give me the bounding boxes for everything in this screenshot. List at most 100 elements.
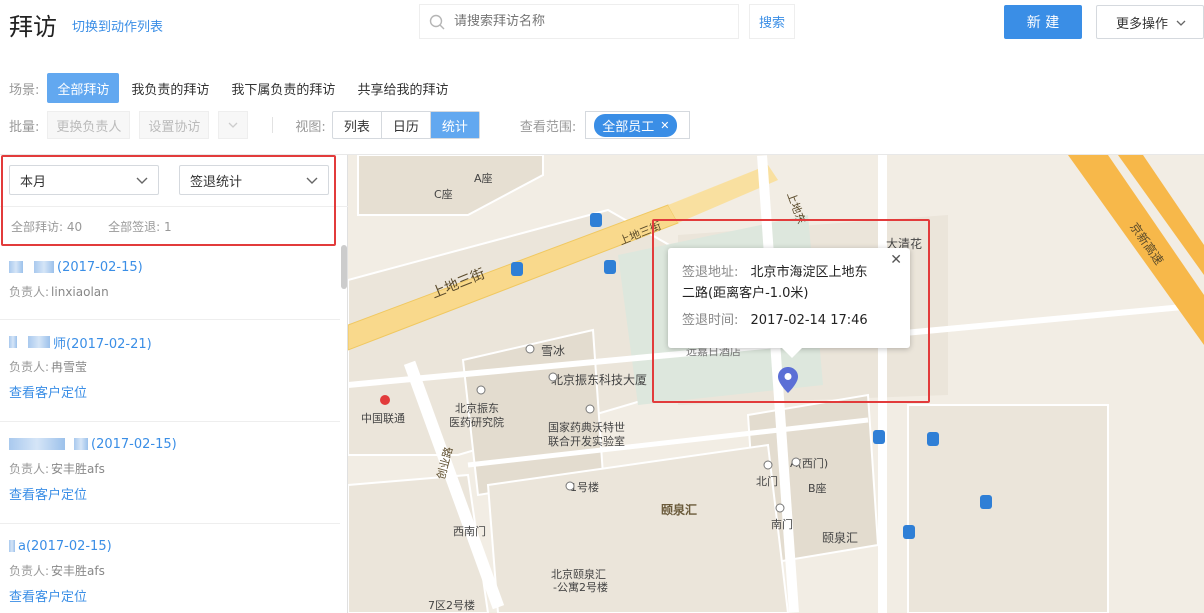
- checkout-time-label: 签退时间:: [682, 313, 739, 328]
- view-calendar[interactable]: 日历: [382, 112, 431, 138]
- redacted-text: [34, 261, 54, 273]
- search-input[interactable]: [454, 14, 724, 29]
- stat-type-select-value: 签退统计: [190, 174, 243, 190]
- search-box[interactable]: [419, 4, 739, 39]
- map-label: 南门: [771, 518, 793, 531]
- more-actions-button[interactable]: 更多操作: [1096, 5, 1204, 39]
- map-label: A(西门): [790, 457, 829, 470]
- close-icon[interactable]: ✕: [660, 119, 669, 132]
- period-select[interactable]: 本月: [9, 165, 159, 195]
- batch-more-dropdown[interactable]: [218, 111, 249, 139]
- map-label: 北京振东科技大厦: [551, 373, 648, 387]
- scrollbar[interactable]: [341, 245, 347, 289]
- redacted-text: [74, 438, 88, 450]
- map-label: 中国联通: [361, 412, 405, 425]
- owner-row: 负责人: 安丰胜afs: [9, 564, 105, 578]
- map-label: 医药研究院: [449, 416, 504, 429]
- view-label: 视图:: [295, 119, 326, 135]
- list-item[interactable]: 师(2017-02-21) 负责人: 冉雪莹 查看客户定位: [0, 319, 340, 421]
- scene-shared-visits[interactable]: 共享给我的拜访: [347, 73, 458, 103]
- batch-view-row: 批量: 更换负责人 设置协访 视图: 列表 日历 统计 查看范围: 全部员工 ✕: [0, 110, 691, 140]
- visit-title[interactable]: (2017-02-15): [9, 432, 331, 456]
- close-icon[interactable]: ✕: [890, 252, 902, 268]
- total-checkout: 全部签退: 1: [108, 220, 172, 234]
- divider: [0, 206, 348, 207]
- scene-all-visits[interactable]: 全部拜访: [47, 73, 120, 103]
- chevron-down-icon: [228, 122, 238, 128]
- checkout-address-line1: 北京市海淀区上地东: [750, 265, 868, 280]
- checkout-address-label: 签退地址:: [682, 265, 739, 280]
- scene-my-visits[interactable]: 我负责的拜访: [121, 73, 219, 103]
- map-background: [348, 155, 1204, 613]
- map-label: 西南门: [453, 525, 486, 538]
- switch-to-action-list-link[interactable]: 切换到动作列表: [72, 16, 163, 35]
- owner-row: 负责人: 安丰胜afs: [9, 462, 105, 476]
- map-label: 颐泉汇: [822, 531, 859, 545]
- view-customer-location-link[interactable]: 查看客户定位: [9, 481, 331, 506]
- redacted-text: [9, 540, 15, 552]
- map-label: 北门: [756, 475, 778, 488]
- stats-summary: 全部拜访: 40 全部签退: 1: [11, 218, 172, 235]
- new-button[interactable]: 新 建: [1004, 5, 1082, 39]
- range-selector[interactable]: 全部员工 ✕: [585, 111, 691, 139]
- owner-name: linxiaolan: [51, 284, 109, 299]
- chevron-down-icon: [306, 177, 318, 184]
- checkout-time-value: 2017-02-14 17:46: [750, 313, 868, 328]
- header: 拜访 切换到动作列表 搜索 新 建 更多操作: [0, 0, 1204, 50]
- map-label: 联合开发实验室: [548, 435, 625, 448]
- map-label: A座: [474, 172, 493, 185]
- map-view[interactable]: C座 A座 上地三街 上地三街 上地东 大清花 京新高速 雪冰 北京振东科技大厦…: [348, 155, 1204, 613]
- scene-label: 场景:: [9, 82, 40, 98]
- map-label: 7区2号楼: [428, 599, 475, 612]
- list-item[interactable]: (2017-02-15) 负责人: 安丰胜afs 查看客户定位: [0, 421, 340, 523]
- period-select-value: 本月: [20, 174, 47, 190]
- redacted-text: [9, 438, 65, 450]
- more-actions-label: 更多操作: [1116, 16, 1169, 32]
- divider: [272, 117, 274, 133]
- visit-list: (2017-02-15) 负责人: linxiaolan 师(2017-02-2…: [0, 245, 340, 613]
- owner-name: 冉雪莹: [51, 360, 88, 374]
- total-visits: 全部拜访: 40: [11, 220, 83, 234]
- batch-label: 批量:: [9, 119, 40, 135]
- range-tag: 全部员工 ✕: [594, 113, 678, 137]
- set-co-visit-button[interactable]: 设置协访: [139, 111, 210, 139]
- owner-row: 负责人: 冉雪莹: [9, 360, 88, 374]
- view-statistics[interactable]: 统计: [430, 112, 479, 138]
- range-tag-label: 全部员工: [602, 119, 655, 135]
- search-button[interactable]: 搜索: [749, 4, 795, 39]
- list-item[interactable]: a(2017-02-15) 负责人: 安丰胜afs 查看客户定位: [0, 523, 340, 613]
- owner-name: 安丰胜afs: [51, 462, 105, 476]
- checkout-address-line2: 二路(距离客户-1.0米): [682, 286, 809, 301]
- owner-row: 负责人: linxiaolan: [9, 284, 109, 300]
- map-label: B座: [808, 482, 827, 495]
- visit-list-panel: 本月 签退统计 全部拜访: 40 全部签退: 1 (2017-02-15) 负责…: [0, 155, 348, 613]
- visit-title[interactable]: a(2017-02-15): [9, 534, 331, 558]
- change-owner-button[interactable]: 更换负责人: [47, 111, 131, 139]
- view-customer-location-link[interactable]: 查看客户定位: [9, 379, 331, 404]
- redacted-text: [28, 336, 50, 348]
- map-label: 颐泉汇: [661, 503, 698, 517]
- scene-filter-row: 场景: 全部拜访 我负责的拜访 我下属负责的拜访 共享给我的拜访: [0, 73, 460, 103]
- page-title: 拜访: [9, 13, 57, 41]
- stat-type-select[interactable]: 签退统计: [179, 165, 329, 195]
- map-label: -公寓2号楼: [553, 581, 608, 594]
- popup-arrow: [782, 348, 802, 358]
- owner-name: 安丰胜afs: [51, 564, 105, 578]
- chevron-down-icon: [136, 177, 148, 184]
- search-icon: [420, 14, 454, 30]
- view-customer-location-link[interactable]: 查看客户定位: [9, 583, 331, 608]
- view-switcher: 列表 日历 统计: [331, 111, 480, 139]
- visit-title[interactable]: (2017-02-15): [9, 255, 331, 279]
- scene-subordinate-visits[interactable]: 我下属负责的拜访: [221, 73, 345, 103]
- map-label: C座: [434, 188, 453, 201]
- map-label: 1号楼: [570, 481, 599, 494]
- range-label: 查看范围:: [519, 119, 577, 135]
- chevron-down-icon: [1176, 15, 1186, 30]
- redacted-text: [9, 336, 17, 348]
- checkout-info-popup: ✕ 签退地址: 北京市海淀区上地东 二路(距离客户-1.0米) 签退时间: 20…: [668, 248, 910, 358]
- list-item[interactable]: (2017-02-15) 负责人: linxiaolan: [0, 245, 340, 319]
- visit-title[interactable]: 师(2017-02-21): [9, 330, 331, 354]
- redacted-text: [9, 261, 23, 273]
- map-label: 雪冰: [541, 344, 566, 358]
- view-list[interactable]: 列表: [333, 112, 382, 138]
